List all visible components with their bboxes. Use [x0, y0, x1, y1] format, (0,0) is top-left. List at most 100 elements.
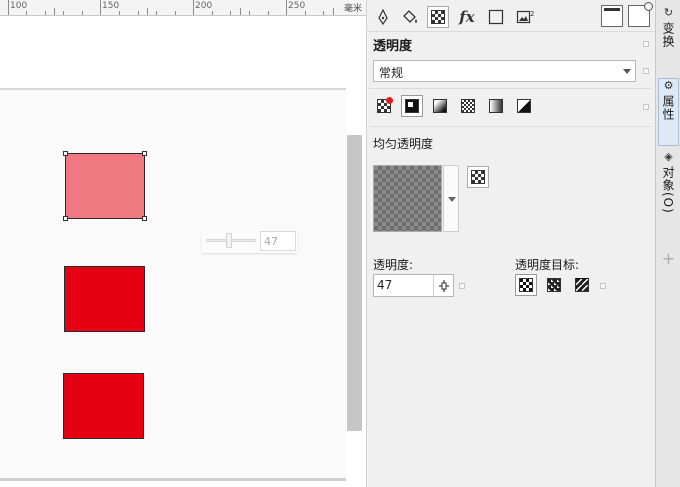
outline-square-icon[interactable]	[485, 6, 507, 28]
outline-glyph	[575, 278, 589, 292]
shape-red-3[interactable]	[63, 373, 144, 439]
tab-properties-label: 属性	[661, 95, 675, 121]
uniform-transparency-label: 均匀透明度	[373, 137, 434, 151]
layers-icon: ◈	[664, 150, 673, 163]
selection-handle[interactable]	[142, 151, 147, 156]
swatch-dropdown[interactable]	[443, 165, 459, 232]
ruler-tick	[100, 0, 101, 15]
shape-pink-selected[interactable]	[65, 153, 145, 219]
properties-icon: ⚙	[663, 79, 674, 92]
ruler-tick	[193, 0, 194, 15]
ruler-tick	[54, 8, 55, 15]
ruler-tick	[286, 0, 287, 15]
ruler-tick	[138, 11, 139, 15]
target-all-icon[interactable]	[515, 274, 537, 296]
tab-properties[interactable]: ⚙ 属性	[658, 78, 679, 146]
ruler-tick	[249, 11, 250, 15]
transparency-value-label: 透明度:	[373, 258, 414, 272]
transparency-slider-popup: 47	[202, 229, 298, 253]
checker-glyph	[377, 97, 393, 113]
drawing-canvas[interactable]: 100 150 200 250 毫米 47	[0, 0, 366, 487]
page-area[interactable]	[0, 90, 346, 478]
slider-toggle-icon[interactable]	[433, 275, 453, 296]
uniform-transparency-icon[interactable]	[401, 95, 423, 117]
docker-tabs: ↻ 变换 ⚙ 属性 ◈ 对象(O) +	[655, 0, 680, 487]
fill-glyph	[547, 278, 561, 292]
shape-red-2[interactable]	[64, 266, 145, 332]
transparency-input-value[interactable]: 47	[377, 278, 433, 292]
target-checkbox[interactable]	[600, 283, 606, 289]
selection-handle[interactable]	[142, 216, 147, 221]
transparency-swatch[interactable]	[373, 165, 442, 232]
panel-title: 透明度	[373, 39, 413, 54]
transparency-input[interactable]: 47	[373, 274, 454, 297]
tab-objects[interactable]: ◈ 对象(O)	[658, 150, 679, 240]
transparency-target-label: 透明度目标:	[515, 258, 580, 272]
pen-icon[interactable]	[372, 6, 394, 28]
page-bottom-border	[0, 478, 346, 481]
uniform-glyph	[405, 99, 419, 113]
ruler-tick	[230, 11, 231, 15]
ruler-tick	[305, 11, 306, 15]
panel-checkbox[interactable]	[643, 41, 649, 47]
ruler-tick	[268, 11, 269, 15]
svg-text:2: 2	[530, 10, 534, 18]
rotate-icon: ↻	[663, 6, 674, 19]
target-fill-icon[interactable]	[543, 274, 565, 296]
type-checkbox[interactable]	[643, 104, 649, 110]
pattern-glyph	[461, 99, 475, 113]
no-transparency-icon[interactable]	[373, 95, 395, 117]
chevron-down-icon	[623, 69, 631, 74]
selection-handle[interactable]	[63, 151, 68, 156]
mode-checkbox[interactable]	[643, 68, 649, 74]
fountain-transparency-icon[interactable]	[429, 95, 451, 117]
ruler-tick	[119, 11, 120, 15]
red-dot	[386, 97, 393, 104]
swatch-picker-icon[interactable]	[467, 166, 489, 188]
checker-glyph	[519, 278, 533, 292]
fill-icon[interactable]	[399, 6, 421, 28]
gear-dot	[644, 2, 653, 11]
bitmap-pattern-transparency-icon[interactable]	[485, 95, 507, 117]
two-color-glyph	[517, 99, 531, 113]
target-outline-icon[interactable]	[571, 274, 593, 296]
transparency-checkbox[interactable]	[459, 283, 465, 289]
slider-thumb[interactable]	[226, 233, 232, 248]
checker-glyph	[471, 170, 485, 184]
panel-toolbar: fx 2	[367, 0, 656, 32]
ruler-tick	[26, 11, 27, 15]
frame-bar	[604, 8, 620, 11]
tab-transform-label: 变换	[661, 22, 675, 48]
ruler-tick	[45, 11, 46, 15]
ruler-tick	[323, 11, 324, 15]
ruler-tick	[147, 8, 148, 15]
gradient-glyph	[433, 99, 447, 113]
ruler-tick	[333, 8, 334, 15]
two-color-transparency-icon[interactable]	[513, 95, 535, 117]
frame-options-icon[interactable]	[628, 2, 653, 27]
separator	[369, 88, 652, 89]
horizontal-ruler[interactable]: 100 150 200 250 毫米	[0, 0, 366, 16]
tab-objects-label: 对象(O)	[661, 166, 675, 214]
image-icon[interactable]: 2	[514, 6, 536, 28]
tab-transform[interactable]: ↻ 变换	[658, 6, 679, 74]
ruler-label-200: 200	[195, 1, 213, 11]
ruler-unit: 毫米	[343, 4, 362, 14]
vertical-scrollbar[interactable]	[347, 135, 362, 431]
add-tab-icon[interactable]: +	[660, 249, 677, 268]
vector-pattern-transparency-icon[interactable]	[457, 95, 479, 117]
selection-handle[interactable]	[63, 216, 68, 221]
slider-value-field[interactable]: 47	[260, 231, 296, 251]
transparency-mode-select[interactable]: 常规	[373, 60, 636, 82]
fx-icon[interactable]: fx	[456, 6, 478, 28]
ruler-tick	[240, 8, 241, 15]
ruler-tick	[156, 11, 157, 15]
checker-glyph	[431, 10, 445, 24]
ruler-label-250: 250	[288, 1, 306, 11]
frame-icon[interactable]	[601, 5, 623, 27]
transparency-icon[interactable]	[427, 6, 449, 28]
ruler-tick	[82, 11, 83, 15]
ruler-tick	[175, 11, 176, 15]
ruler-tick	[212, 11, 213, 15]
app-window: 100 150 200 250 毫米 47 fx 2 透明度 常规 均匀透明度 …	[0, 0, 680, 487]
